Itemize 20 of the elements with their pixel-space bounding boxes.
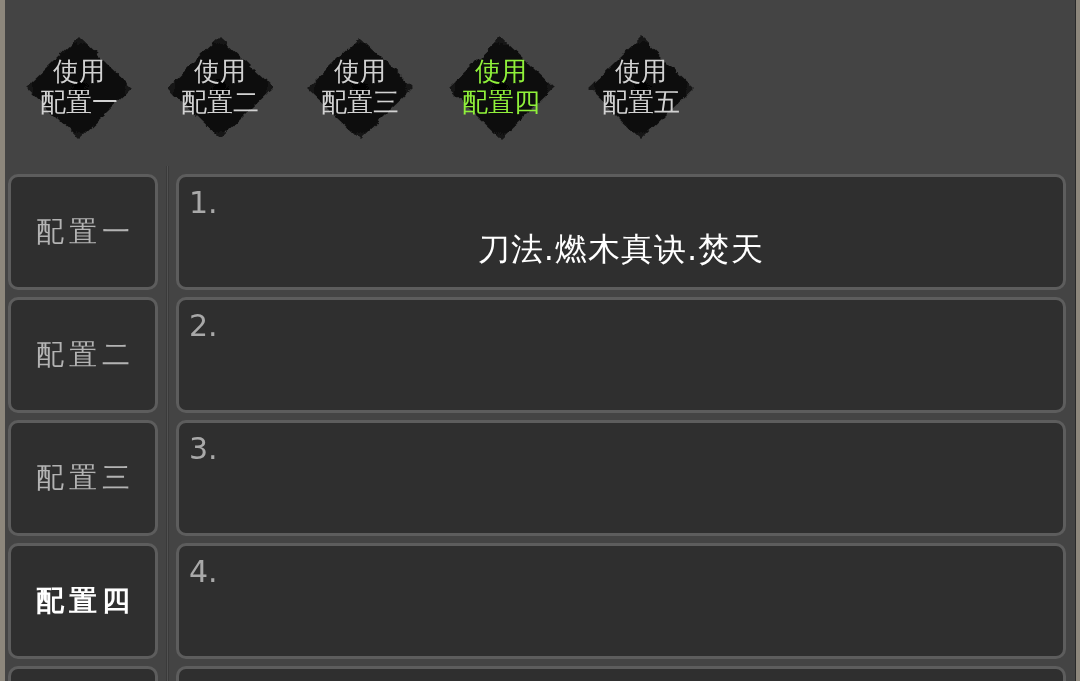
slot-number: 4. — [189, 554, 218, 590]
config-tab[interactable]: 配置二 — [8, 297, 158, 413]
slot-number: 2. — [189, 308, 218, 344]
skill-slot[interactable] — [176, 666, 1066, 681]
skill-name: 刀法.燃木真诀.焚天 — [477, 229, 765, 269]
config-tab[interactable]: 配置一 — [8, 174, 158, 290]
use-config-button[interactable]: 使用 配置四 — [443, 33, 558, 143]
use-config-button[interactable]: 使用 配置一 — [22, 33, 136, 143]
slot-number: 1. — [189, 185, 218, 221]
skill-slot[interactable]: 4. — [176, 543, 1066, 659]
use-config-button[interactable]: 使用 配置二 — [162, 33, 277, 143]
config-tab[interactable]: 配置四 — [8, 543, 158, 659]
skill-slot[interactable]: 1. 刀法.燃木真诀.焚天 — [176, 174, 1066, 290]
use-config-button[interactable]: 使用 配置五 — [584, 33, 698, 143]
config-tab[interactable]: 配置三 — [8, 420, 158, 536]
config-tab[interactable] — [8, 666, 158, 681]
skill-slot[interactable]: 3. — [176, 420, 1066, 536]
slot-number: 3. — [189, 431, 218, 467]
use-config-button[interactable]: 使用 配置三 — [303, 33, 417, 143]
skill-slot[interactable]: 2. — [176, 297, 1066, 413]
